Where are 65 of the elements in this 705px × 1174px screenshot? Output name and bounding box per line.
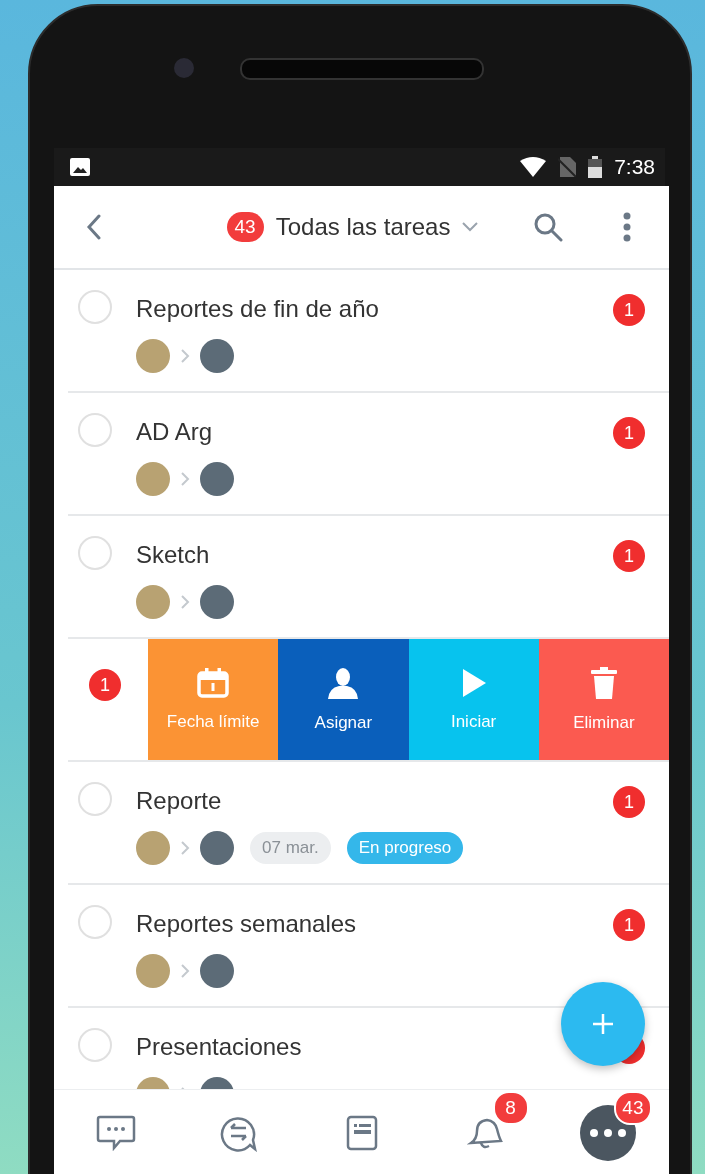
task-checkbox[interactable] xyxy=(78,1028,112,1062)
add-button[interactable] xyxy=(561,982,645,1066)
unread-count-badge: 1 xyxy=(89,669,121,701)
task-checkbox[interactable] xyxy=(78,290,112,324)
avatar-circle xyxy=(136,831,170,865)
task-title: Reportes semanales xyxy=(136,910,358,938)
dropdown-chevron-icon[interactable] xyxy=(462,222,479,232)
due-date-chip: 07 mar. xyxy=(250,832,331,864)
unread-count-badge: 1 xyxy=(613,540,645,572)
trash-icon xyxy=(590,666,617,699)
unread-count-badge: 1 xyxy=(613,417,645,449)
status-chip: En progreso xyxy=(346,832,464,864)
task-title: AD Arg xyxy=(136,418,214,446)
task-title: Reportes de fin de año xyxy=(136,295,380,323)
unread-count-badge: 1 xyxy=(613,294,645,326)
avatar-circle xyxy=(136,585,170,619)
no-sim-icon xyxy=(558,157,577,177)
task-checkbox[interactable] xyxy=(78,413,112,447)
task-title: Reporte xyxy=(136,787,223,815)
unread-count-badge: 1 xyxy=(613,786,645,818)
task-title: Presentaciones xyxy=(136,1033,303,1061)
calendar-icon xyxy=(197,667,230,698)
task-title: Sketch xyxy=(136,541,211,569)
assign-action-button[interactable]: Asignar xyxy=(278,639,409,760)
task-checkbox[interactable] xyxy=(78,905,112,939)
person-icon xyxy=(327,666,360,699)
chat-bubble-icon xyxy=(95,1115,136,1151)
avatar-circle xyxy=(200,339,234,373)
task-row[interactable]: Reportes de fin de año 1 xyxy=(68,270,669,393)
task-checkbox[interactable] xyxy=(78,536,112,570)
chevron-right-icon xyxy=(180,594,190,610)
notification-count-badge: 43 xyxy=(614,1091,652,1125)
camera-lens xyxy=(174,58,194,78)
play-icon xyxy=(460,667,487,698)
avatar-circle xyxy=(136,339,170,373)
more-dots-icon xyxy=(587,1128,628,1138)
notification-count-badge: 8 xyxy=(492,1091,529,1125)
more-tab[interactable]: 43 xyxy=(546,1090,669,1174)
screen-title[interactable]: Todas las tareas xyxy=(275,213,451,241)
search-icon[interactable] xyxy=(533,212,563,242)
avatar-circle xyxy=(136,954,170,988)
avatar-circle xyxy=(200,954,234,988)
notifications-tab[interactable]: 8 xyxy=(423,1090,546,1174)
task-count-badge: 43 xyxy=(226,212,264,242)
overflow-menu-icon[interactable] xyxy=(623,212,631,242)
unread-count-badge: 1 xyxy=(613,909,645,941)
chevron-right-icon xyxy=(180,963,190,979)
chevron-right-icon xyxy=(180,471,190,487)
back-icon[interactable] xyxy=(86,214,102,240)
document-icon xyxy=(345,1115,378,1151)
task-checkbox[interactable] xyxy=(78,782,112,816)
clock-time: 7:38 xyxy=(614,155,655,179)
wifi-icon xyxy=(520,157,547,177)
image-icon xyxy=(70,158,90,176)
chevron-right-icon xyxy=(180,348,190,364)
plus-icon xyxy=(592,1013,614,1035)
battery-icon xyxy=(588,156,603,178)
avatar-circle xyxy=(136,462,170,496)
avatar-circle xyxy=(200,831,234,865)
chevron-right-icon xyxy=(180,840,190,856)
avatar-circle xyxy=(200,585,234,619)
task-row[interactable]: Reporte 07 mar. En progreso 1 xyxy=(68,762,669,885)
swap-arrows-bubble-icon xyxy=(219,1114,258,1152)
task-row[interactable]: AD Arg 1 xyxy=(68,393,669,516)
avatar-circle xyxy=(200,462,234,496)
